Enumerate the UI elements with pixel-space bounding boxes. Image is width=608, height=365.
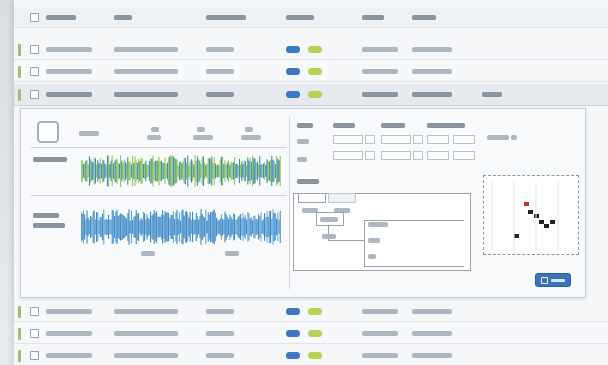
diagram-canvas[interactable] [293,193,471,271]
form-field[interactable] [365,151,375,160]
status-chip-icon[interactable] [308,91,322,98]
table-row-expanded[interactable] [14,84,608,106]
scatter-point [550,220,555,224]
save-icon [541,277,548,284]
status-chip-icon[interactable] [286,46,300,53]
table-row[interactable] [14,62,608,82]
status-chip-icon[interactable] [308,352,322,359]
status-chip-icon[interactable] [286,91,300,98]
select-all-checkbox[interactable] [30,13,39,22]
form-field[interactable] [413,151,423,160]
tab-primary[interactable] [298,193,326,203]
form-field[interactable] [365,135,375,144]
table-header [14,8,608,28]
status-chip-icon[interactable] [308,330,322,337]
row-marker [18,349,21,362]
row-marker [18,88,21,101]
status-chip-icon[interactable] [286,308,300,315]
row-checkbox[interactable] [30,307,39,316]
table-row[interactable] [14,324,608,344]
scatter-plot[interactable] [483,175,579,255]
status-chip-icon[interactable] [308,46,322,53]
form-field[interactable] [427,135,449,144]
row-marker [18,305,21,318]
thumbnail-icon[interactable] [37,121,59,143]
waveform-bottom [81,209,281,245]
form-field[interactable] [427,151,449,160]
form-field[interactable] [333,135,363,144]
row-checkbox[interactable] [30,45,39,54]
table-row[interactable] [14,40,608,60]
row-checkbox[interactable] [30,67,39,76]
form-field[interactable] [381,151,411,160]
row-detail-panel [20,108,586,298]
table-row[interactable] [14,346,608,365]
scatter-point [514,234,519,238]
status-chip-icon[interactable] [286,68,300,75]
status-chip-icon[interactable] [286,352,300,359]
form-field[interactable] [333,151,363,160]
status-chip-icon[interactable] [308,68,322,75]
row-marker [18,65,21,78]
save-button[interactable] [535,273,571,287]
scatter-point [544,224,549,228]
scatter-point [539,220,544,224]
form-field[interactable] [453,151,475,160]
status-chip-icon[interactable] [308,308,322,315]
form-field[interactable] [453,135,475,144]
row-checkbox[interactable] [30,351,39,360]
row-marker [18,327,21,340]
scatter-point [528,210,533,214]
table-row[interactable] [14,302,608,322]
row-checkbox[interactable] [30,329,39,338]
form-field[interactable] [381,135,411,144]
status-chip-icon[interactable] [286,330,300,337]
form-field[interactable] [413,135,423,144]
tab-secondary[interactable] [328,193,356,203]
row-marker [18,43,21,56]
scatter-point [524,202,529,206]
row-checkbox[interactable] [30,90,39,99]
waveform-top [81,155,281,187]
